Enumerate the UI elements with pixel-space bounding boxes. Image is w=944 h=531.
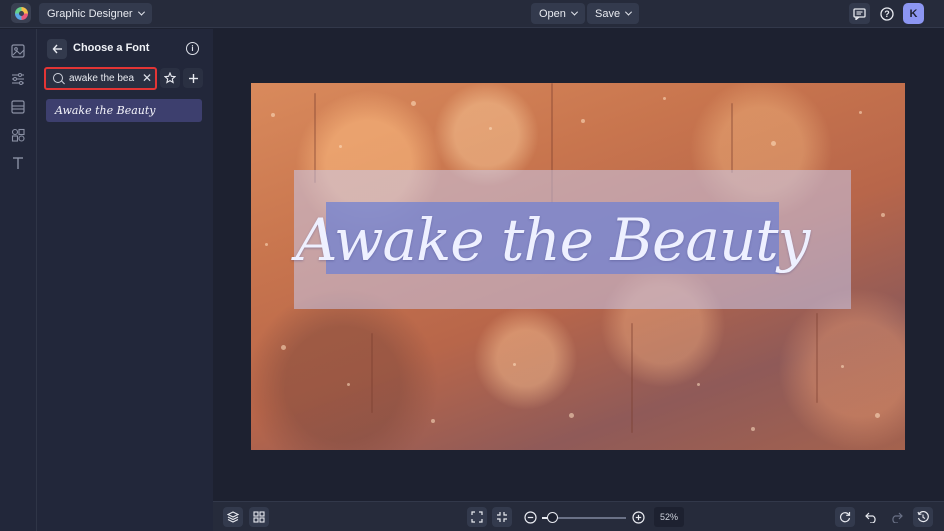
zoom-level[interactable]: 52% <box>654 507 684 527</box>
search-icon <box>53 73 63 83</box>
compress-icon <box>497 512 507 522</box>
design-canvas[interactable]: Awake the Beauty <box>251 83 905 450</box>
font-search-box: ✕ <box>44 67 157 90</box>
top-bar: Graphic Designer Open Save ? K <box>0 0 944 28</box>
layout-tool-button[interactable] <box>10 99 26 115</box>
zoom-in-icon <box>631 510 645 524</box>
undo-button[interactable] <box>861 507 881 527</box>
fit-to-screen-button[interactable] <box>467 507 487 527</box>
adjust-tool-button[interactable] <box>10 71 26 87</box>
layers-icon <box>227 511 239 523</box>
expand-icon <box>471 511 483 523</box>
help-icon: ? <box>879 6 894 21</box>
favorites-button[interactable] <box>160 68 180 88</box>
app-logo-icon[interactable] <box>11 3 31 23</box>
image-tool-button[interactable] <box>10 43 26 59</box>
open-button[interactable]: Open <box>531 3 585 24</box>
history-button[interactable] <box>913 507 933 527</box>
graphic-designer-app: Graphic Designer Open Save ? K Choose a … <box>0 0 944 531</box>
graphics-tool-button[interactable] <box>10 127 26 143</box>
project-menu-button[interactable]: Graphic Designer <box>39 3 152 24</box>
save-button[interactable]: Save <box>587 3 640 24</box>
sliders-icon <box>12 73 24 85</box>
redo-button[interactable] <box>886 507 906 527</box>
info-icon[interactable]: i <box>186 42 199 55</box>
layers-button[interactable] <box>223 507 243 527</box>
text-icon <box>13 157 23 169</box>
canvas-workspace: Awake the Beauty <box>213 29 944 501</box>
grid-view-button[interactable] <box>249 507 269 527</box>
undo-icon <box>864 512 876 523</box>
font-result-item[interactable]: Awake the Beauty <box>46 99 202 122</box>
zoom-out-icon <box>523 510 537 524</box>
plus-icon <box>188 73 198 83</box>
text-tool-button[interactable] <box>10 155 26 171</box>
image-icon <box>11 44 25 58</box>
panel-title: Choose a Font <box>73 42 150 54</box>
zoom-slider-handle[interactable] <box>547 512 559 523</box>
bottom-toolbar: 52% <box>213 501 944 531</box>
choose-font-panel: Choose a Font i ✕ Awake the Beauty <box>37 29 213 531</box>
star-icon <box>164 72 176 84</box>
font-search-input[interactable] <box>69 71 135 86</box>
open-label: Open <box>539 7 566 20</box>
comment-icon <box>853 7 866 20</box>
save-label: Save <box>595 7 621 20</box>
project-name: Graphic Designer <box>47 7 133 20</box>
user-avatar[interactable]: K <box>903 3 924 24</box>
help-button[interactable]: ? <box>876 3 897 24</box>
zoom-in-button[interactable] <box>628 507 648 527</box>
actual-size-button[interactable] <box>492 507 512 527</box>
tool-rail <box>0 29 37 531</box>
grid-icon <box>253 511 265 523</box>
close-icon[interactable]: ✕ <box>142 71 152 86</box>
svg-text:?: ? <box>884 9 890 19</box>
comments-button[interactable] <box>849 3 870 24</box>
shapes-icon <box>11 128 25 142</box>
history-icon <box>917 511 929 523</box>
back-button[interactable] <box>47 39 67 59</box>
zoom-slider[interactable] <box>542 512 626 523</box>
chevron-down-icon <box>625 8 633 16</box>
zoom-out-button[interactable] <box>520 507 540 527</box>
canvas-headline[interactable]: Awake the Beauty <box>294 170 851 309</box>
refresh-icon <box>839 512 851 523</box>
chevron-down-icon <box>137 8 145 16</box>
add-font-button[interactable] <box>183 68 203 88</box>
arrow-left-icon <box>52 44 62 54</box>
redo-icon <box>891 512 903 523</box>
layout-icon <box>11 100 25 114</box>
refresh-button[interactable] <box>835 507 855 527</box>
chevron-down-icon <box>570 8 578 16</box>
text-element[interactable]: Awake the Beauty <box>294 170 851 309</box>
